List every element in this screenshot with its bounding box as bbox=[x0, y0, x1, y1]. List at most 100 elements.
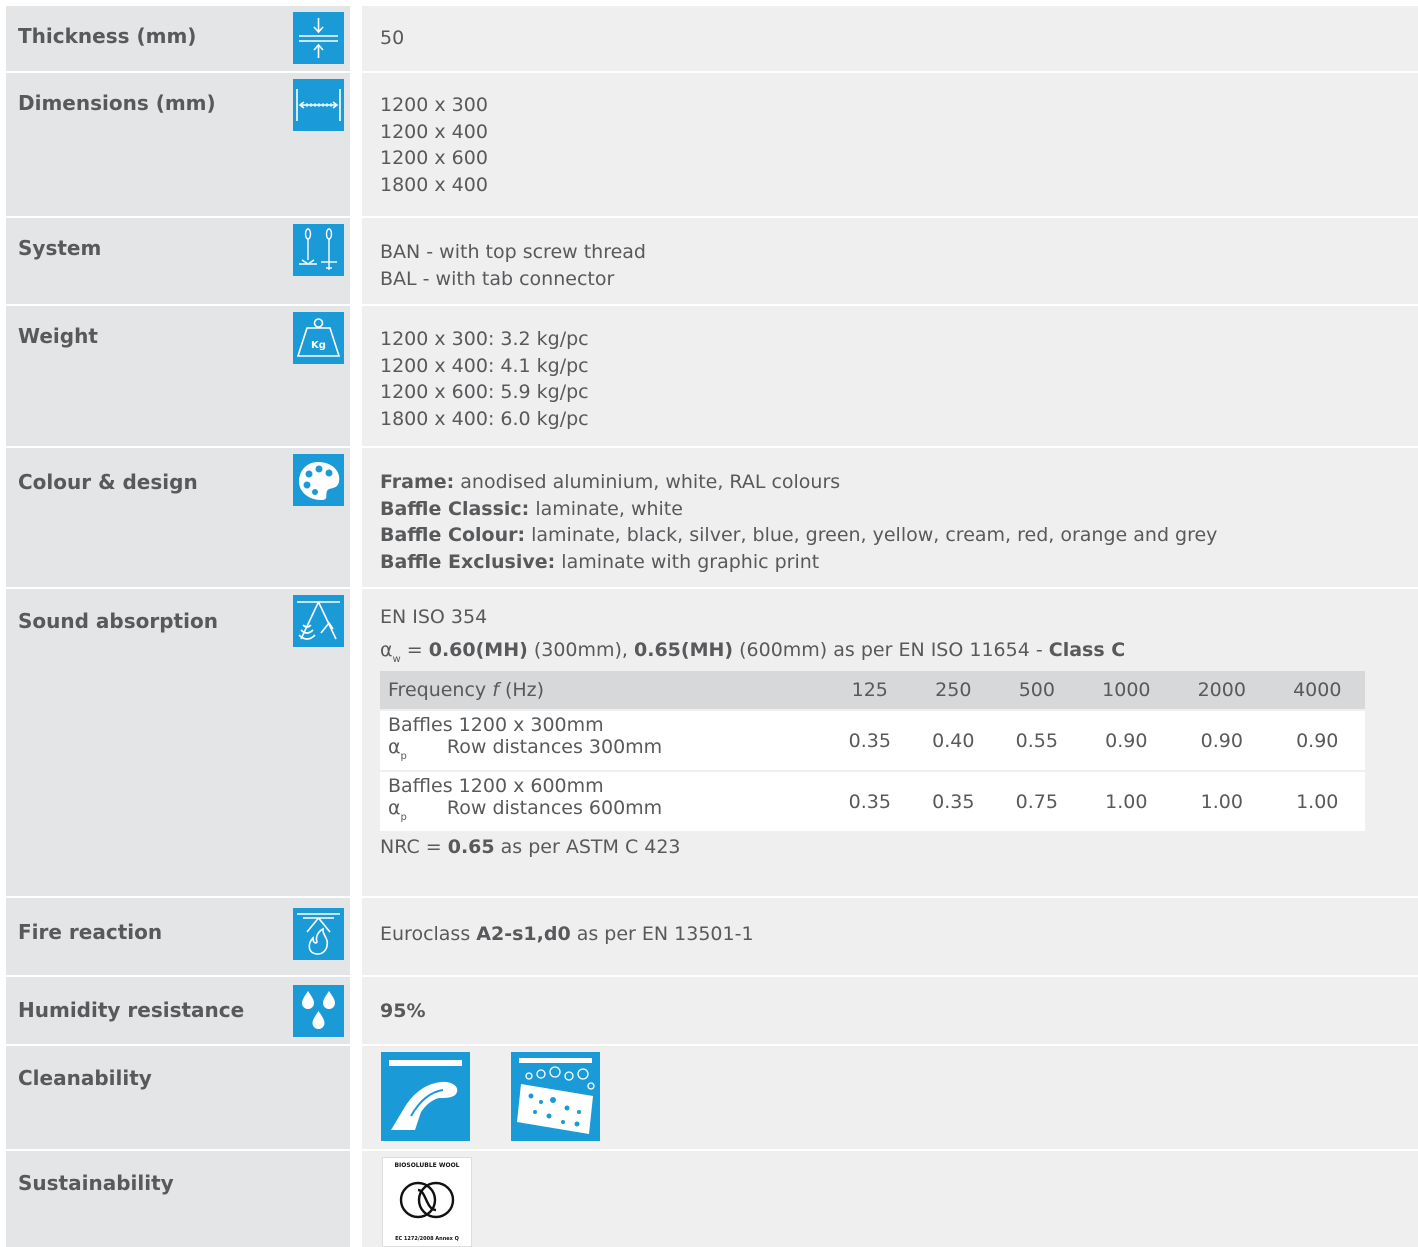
row-description: Baffles 1200 x 600mm αp Row distances 600… bbox=[380, 770, 828, 831]
badge-bottom-text: EC 1272/2008 Annex Q bbox=[395, 1236, 459, 1242]
row-system: System BAN - with top screw thread BAL -… bbox=[6, 218, 1418, 304]
table-cell: 0.90 bbox=[1078, 709, 1175, 771]
weight-line: 1200 x 600: 5.9 kg/pc bbox=[380, 381, 589, 403]
frequency-cell: 4000 bbox=[1269, 671, 1365, 710]
value-cell: 95% bbox=[362, 977, 1418, 1044]
colour-key: Baffle Classic: bbox=[380, 497, 530, 520]
table-header-row: Frequency f (Hz) 125 250 500 1000 2000 4… bbox=[380, 671, 1365, 710]
row-line2: Row distances 600mm bbox=[446, 796, 663, 819]
sound-absorption-icon bbox=[293, 595, 344, 647]
dimension-line: 1800 x 400 bbox=[380, 173, 488, 196]
row-colour-design: Colour & design Frame: anodised aluminiu… bbox=[6, 448, 1418, 587]
row-label: Humidity resistance bbox=[18, 998, 245, 1022]
table-cell: 0.75 bbox=[995, 770, 1079, 831]
absorption-class: Class C bbox=[1048, 639, 1126, 661]
row-line2-wrap: αp Row distances 300mm bbox=[388, 736, 828, 768]
table-cell: 0.35 bbox=[828, 770, 912, 831]
system-icon bbox=[293, 224, 344, 276]
colour-line: Baffle Exclusive: laminate with graphic … bbox=[380, 549, 1217, 576]
palette-icon bbox=[293, 454, 344, 506]
frequency-cell: 125 bbox=[828, 671, 912, 710]
alpha-text: (300mm), bbox=[527, 639, 635, 661]
nrc-value: 0.65 bbox=[447, 836, 495, 858]
table-row: Baffles 1200 x 300mm αp Row distances 300… bbox=[380, 709, 1365, 771]
colour-key: Frame: bbox=[380, 471, 455, 493]
row-cleanability: Cleanability bbox=[6, 1046, 1418, 1149]
dimensions-values: 1200 x 300 1200 x 400 1200 x 600 1800 x … bbox=[380, 92, 488, 198]
row-label: Fire reaction bbox=[18, 920, 163, 944]
weight-icon-text: Kg bbox=[311, 340, 326, 351]
row-label: Sustainability bbox=[18, 1171, 174, 1195]
dimension-line: 1200 x 300 bbox=[380, 94, 488, 116]
row-line1: Baffles 1200 x 300mm bbox=[388, 713, 604, 736]
row-label: Weight bbox=[18, 324, 98, 348]
label-cell: Dimensions (mm) bbox=[6, 73, 350, 216]
nrc-line: NRC = 0.65 as per ASTM C 423 bbox=[380, 836, 681, 858]
row-line2: Row distances 300mm bbox=[446, 735, 663, 758]
fire-suffix: as per EN 13501-1 bbox=[570, 923, 754, 945]
row-label: Colour & design bbox=[18, 470, 198, 494]
row-sustainability: Sustainability BIOSOLUBLE WOOL EC 1272/2… bbox=[6, 1151, 1418, 1247]
value-cell: Euroclass A2-s1,d0 as per EN 13501-1 bbox=[362, 898, 1418, 975]
colour-values: Frame: anodised aluminium, white, RAL co… bbox=[380, 469, 1217, 575]
weight-line: 1200 x 400: 4.1 kg/pc bbox=[380, 354, 589, 377]
row-label: System bbox=[18, 236, 102, 260]
row-description: Baffles 1200 x 300mm αp Row distances 300… bbox=[380, 709, 828, 771]
label-cell: Colour & design bbox=[6, 448, 350, 587]
table-cell: 0.35 bbox=[828, 709, 912, 771]
label-cell: Cleanability bbox=[6, 1046, 350, 1149]
system-values: BAN - with top screw thread BAL - with t… bbox=[380, 239, 646, 292]
row-humidity: Humidity resistance 95% bbox=[6, 977, 1418, 1044]
row-thickness: Thickness (mm) 50 bbox=[6, 6, 1418, 71]
colour-line: Baffle Colour: laminate, black, silver, … bbox=[380, 522, 1217, 549]
value-cell: Frame: anodised aluminium, white, RAL co… bbox=[362, 448, 1418, 587]
alpha-subscript: p bbox=[400, 811, 407, 823]
alpha-symbol: α bbox=[388, 735, 401, 758]
colour-line: Frame: anodised aluminium, white, RAL co… bbox=[380, 469, 1217, 496]
label-cell: Weight Kg bbox=[6, 306, 350, 446]
value-cell: 50 bbox=[362, 6, 1418, 71]
row-label: Thickness (mm) bbox=[18, 24, 197, 48]
fire-reaction-icon bbox=[293, 908, 344, 960]
table-cell: 0.55 bbox=[995, 709, 1079, 771]
alpha-subscript: w bbox=[392, 654, 401, 665]
value-cell: BIOSOLUBLE WOOL EC 1272/2008 Annex Q bbox=[362, 1151, 1418, 1247]
table-cell: 0.90 bbox=[1174, 709, 1270, 771]
alpha-subscript: p bbox=[400, 750, 407, 762]
humidity-percent: 95% bbox=[380, 1000, 426, 1022]
biosoluble-wool-icon bbox=[399, 1181, 455, 1219]
value-cell: EN ISO 354 αw = 0.60(MH) (300mm), 0.65(M… bbox=[362, 589, 1418, 896]
label-cell: System bbox=[6, 218, 350, 304]
row-fire-reaction: Fire reaction Euroclass A2-s1,d0 as per … bbox=[6, 898, 1418, 975]
label-cell: Thickness (mm) bbox=[6, 6, 350, 71]
row-label: Cleanability bbox=[18, 1066, 152, 1090]
colour-text: laminate, black, silver, blue, green, ye… bbox=[525, 524, 1218, 546]
value-cell: BAN - with top screw thread BAL - with t… bbox=[362, 218, 1418, 304]
frequency-header: Frequency f (Hz) bbox=[380, 671, 828, 710]
colour-text: laminate, white bbox=[529, 497, 683, 520]
system-line: BAN - with top screw thread bbox=[380, 241, 646, 263]
frequency-cell: 1000 bbox=[1078, 671, 1175, 710]
value-cell bbox=[362, 1046, 1418, 1149]
label-cell: Fire reaction bbox=[6, 898, 350, 975]
row-label: Dimensions (mm) bbox=[18, 91, 216, 115]
weight-icon: Kg bbox=[293, 312, 344, 364]
header-f: f bbox=[492, 679, 499, 701]
weight-line: 1200 x 300: 3.2 kg/pc bbox=[380, 328, 589, 350]
value-cell: 1200 x 300: 3.2 kg/pc 1200 x 400: 4.1 kg… bbox=[362, 306, 1418, 446]
row-dimensions: Dimensions (mm) 1200 x 300 1200 x 400 12… bbox=[6, 73, 1418, 216]
alpha-symbol: α bbox=[380, 639, 393, 661]
thickness-value: 50 bbox=[380, 27, 405, 49]
badge-top-text: BIOSOLUBLE WOOL bbox=[394, 1162, 460, 1169]
colour-key: Baffle Exclusive: bbox=[380, 550, 556, 573]
frequency-cell: 500 bbox=[995, 671, 1079, 710]
table-cell: 1.00 bbox=[1174, 770, 1270, 831]
table-cell: 1.00 bbox=[1269, 770, 1365, 831]
table-cell: 0.35 bbox=[911, 770, 996, 831]
frequency-cell: 250 bbox=[911, 671, 996, 710]
colour-text: anodised aluminium, white, RAL colours bbox=[454, 471, 841, 493]
colour-key: Baffle Colour: bbox=[380, 524, 526, 546]
system-line: BAL - with tab connector bbox=[380, 267, 615, 290]
biosoluble-wool-badge: BIOSOLUBLE WOOL EC 1272/2008 Annex Q bbox=[382, 1157, 472, 1247]
header-text: Frequency bbox=[388, 679, 493, 701]
